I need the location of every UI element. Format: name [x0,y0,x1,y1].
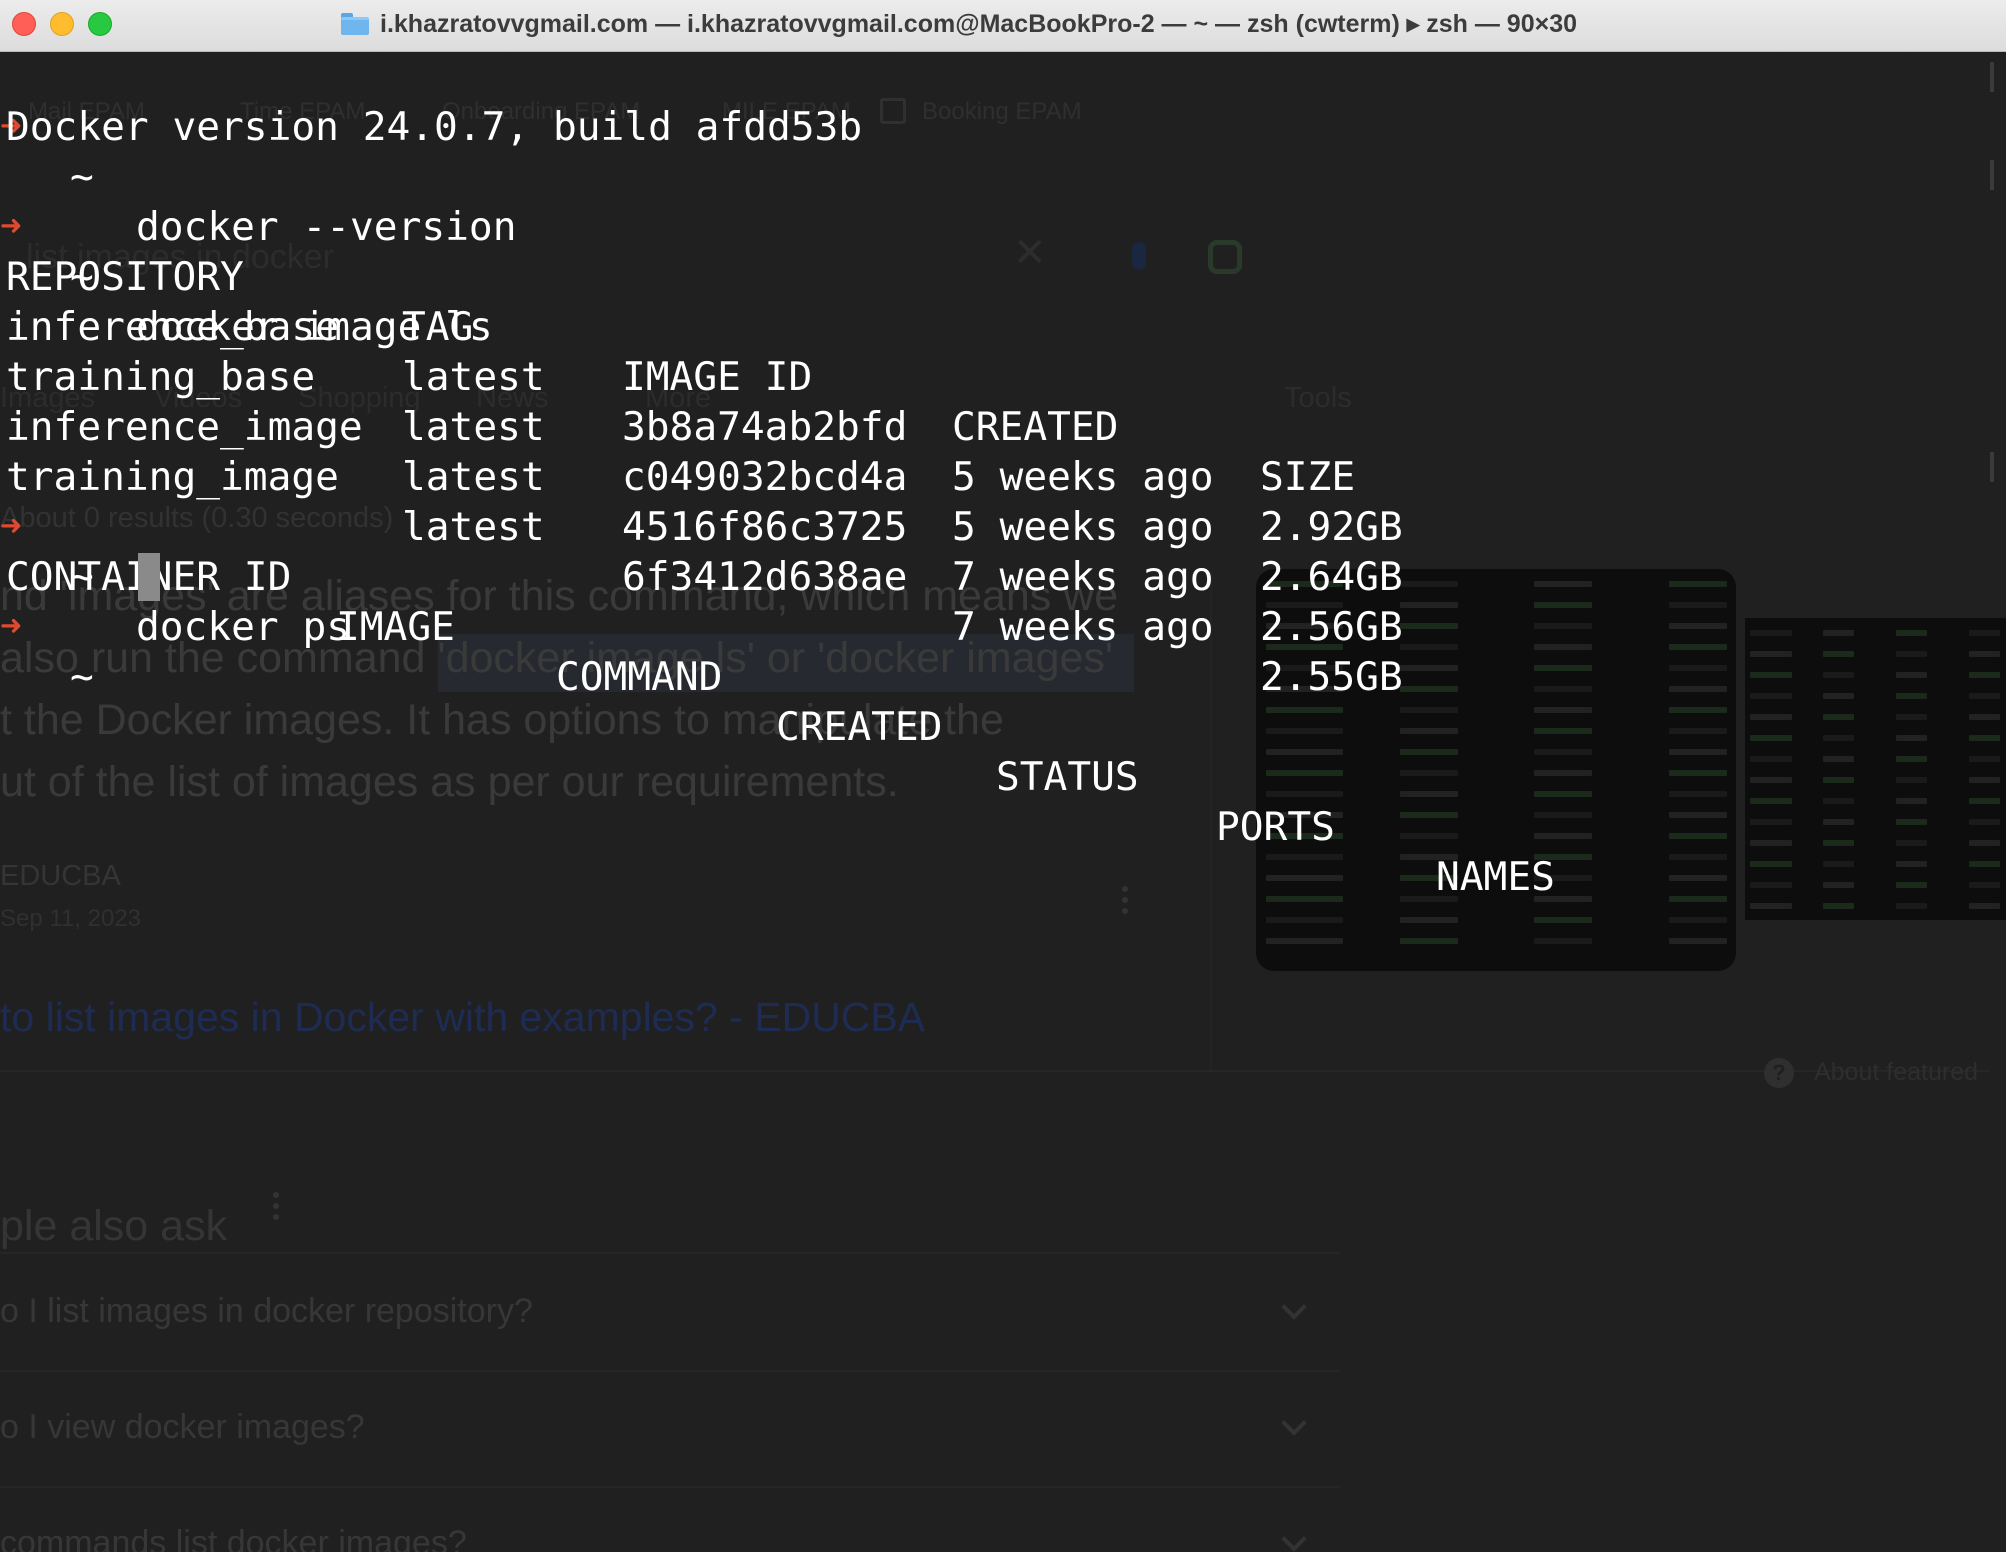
window-titlebar: i.khazratovvgmail.com — i.khazratovvgmai… [0,0,2006,52]
folder-icon [340,12,370,36]
column-header: COMMAND [556,654,723,700]
column-header: STATUS [996,754,1139,800]
table-cell: 3b8a74ab2bfd [622,404,908,450]
close-window-button[interactable] [12,12,36,36]
table-cell: 5 weeks ago [952,504,1214,550]
table-row: inference_base latest 3b8a74ab2bfd 5 wee… [0,252,1403,550]
command-text: docker ps [136,604,351,650]
containers-table-header: CONTAINER ID IMAGE COMMAND CREATED STATU… [0,502,1555,900]
table-cell: 7 weeks ago [952,604,1214,650]
column-header: NAMES [1436,854,1555,900]
table-cell: latest [402,504,545,550]
window-title: i.khazratovvgmail.com — i.khazratovvgmai… [380,10,1578,38]
table-cell: latest [402,354,545,400]
column-header: CREATED [776,704,943,750]
command-text: docker --version [136,204,517,250]
table-cell: 6f3412d638ae [622,554,908,600]
column-header: CREATED [952,404,1119,450]
column-header: IMAGE [336,604,455,650]
output-line: Docker version 24.0.7, build afdd53b [6,104,863,150]
terminal-output[interactable]: ➜ ~ docker --version Docker version 24.0… [0,52,2006,1552]
table-cell: latest [402,454,545,500]
table-cell: 4516f86c3725 [622,504,908,550]
column-header: SIZE [1260,454,1356,500]
table-cell: 2.92GB [1260,504,1403,550]
minimize-window-button[interactable] [50,12,74,36]
scrollbar-marker [1990,452,1994,482]
table-cell: 5 weeks ago [952,454,1214,500]
column-header: IMAGE ID [622,354,813,400]
table-cell: 7 weeks ago [952,554,1214,600]
window-title-group: i.khazratovvgmail.com — i.khazratovvgmai… [340,9,1577,39]
prompt-line: ➜ ~ docker ps [0,452,350,650]
images-table-header: REPOSITORY TAG IMAGE ID CREATED SIZE [0,202,1355,500]
table-row: inference_image latest 4516f86c3725 7 we… [0,352,1403,650]
active-prompt-line[interactable]: ➜ ~ [0,552,160,700]
table-cell: c049032bcd4a [622,454,908,500]
scrollbar-marker [1990,62,1994,92]
table-row: training_base latest c049032bcd4a 5 week… [0,302,1403,600]
table-row: training_image latest 6f3412d638ae 7 wee… [0,402,1403,700]
column-header: PORTS [1216,804,1335,850]
prompt-line: ➜ ~ docker image ls [0,152,493,350]
scrollbar-marker [1990,160,1994,190]
prompt-line: ➜ ~ docker --version [0,52,517,250]
table-cell: 2.55GB [1260,654,1403,700]
table-cell: 2.56GB [1260,604,1403,650]
prompt-cwd: ~ [70,654,94,700]
table-cell: 2.64GB [1260,554,1403,600]
zoom-window-button[interactable] [88,12,112,36]
arrow-right-icon: ➜ [0,606,22,647]
text-cursor [138,553,160,601]
column-header: TAG [402,304,474,350]
table-cell: latest [402,404,545,450]
